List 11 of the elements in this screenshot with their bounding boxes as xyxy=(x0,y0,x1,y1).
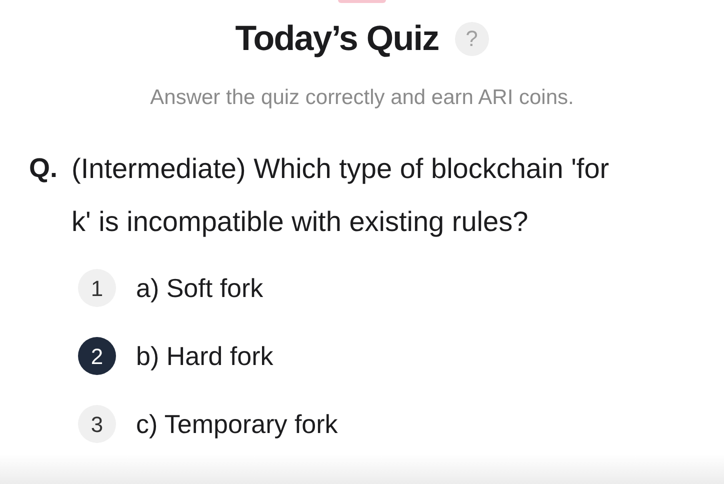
answer-option[interactable]: 2 b) Hard fork xyxy=(78,336,724,376)
question-text: (Intermediate) Which type of blockchain 'fork' is incompatible with existing rules? xyxy=(72,152,610,239)
question-prefix: Q. xyxy=(29,152,58,184)
option-number: 1 xyxy=(78,269,116,307)
answer-option[interactable]: 3 c) Temporary fork xyxy=(78,404,724,444)
answer-option[interactable]: 1 a) Soft fork xyxy=(78,268,724,308)
option-number: 3 xyxy=(78,405,116,443)
top-indicator xyxy=(338,0,386,3)
quiz-title: Today’s Quiz xyxy=(235,21,439,56)
quiz-subtitle: Answer the quiz correctly and earn ARI coins. xyxy=(149,85,575,111)
option-number: 2 xyxy=(78,337,116,375)
